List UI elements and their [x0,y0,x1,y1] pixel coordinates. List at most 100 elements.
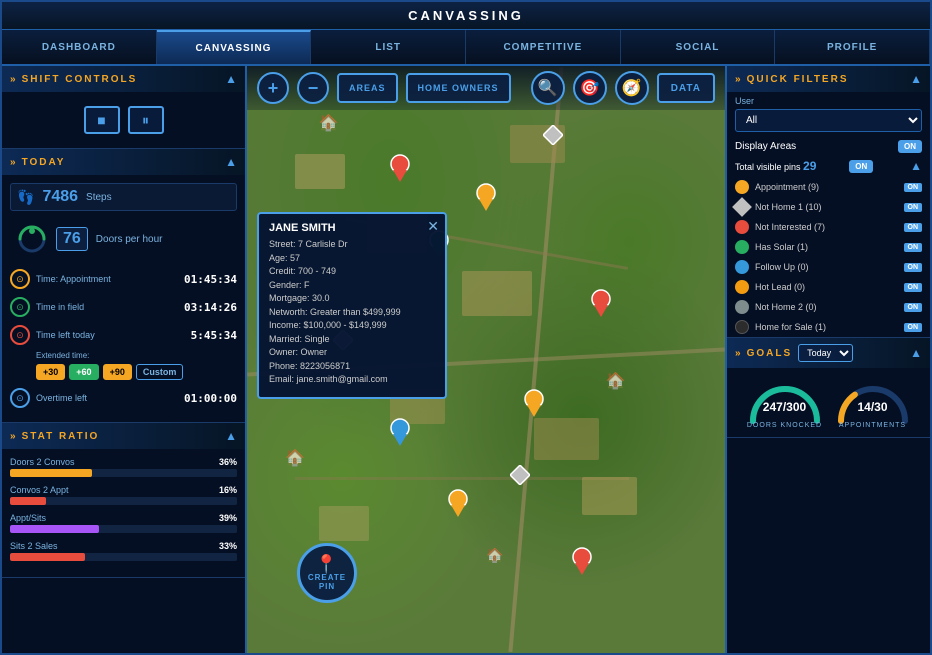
goals-header[interactable]: GOALS Today ▲ [727,338,930,368]
extend-custom-button[interactable]: Custom [136,364,184,380]
filter-has-solar-toggle[interactable]: ON [904,243,923,252]
extend-buttons-row: +30 +60 +90 Custom [36,364,237,380]
overtime-label: Overtime left [36,393,178,403]
extend-60-button[interactable]: +60 [69,364,98,380]
quick-filters-title: QUICK FILTERS [735,74,849,85]
shift-pause-button[interactable]: ⏸ [128,106,164,134]
compass-button[interactable]: 🧭 [615,71,649,105]
quick-filters-section: QUICK FILTERS ▲ User All Display Areas O… [727,66,930,338]
filter-hot-lead-dot [735,280,749,294]
nav-list[interactable]: LIST [311,30,466,64]
location-button[interactable]: 🎯 [573,71,607,105]
filter-home-for-sale: Home for Sale (1) ON [727,317,930,337]
pin-not-interested-2[interactable] [591,289,611,315]
popup-close-button[interactable]: ✕ [427,218,439,235]
filter-not-interested-label: Not Interested (7) [755,222,898,232]
popup-contact-name: JANE SMITH [269,222,435,234]
nav-dashboard[interactable]: DASHBOARD [2,30,157,64]
left-panel: SHIFT CONTROLS ▲ ■ ⏸ TODAY ▲ 👣 7486 [2,66,247,653]
stat-appt-sits-bar [10,525,99,533]
zoom-in-button[interactable]: + [257,72,289,104]
goals-title: GOALS [735,348,792,359]
display-areas-row: Display Areas ON [727,136,930,157]
nav-profile[interactable]: PROFILE [775,30,930,64]
stat-appt-sits-bar-bg [10,525,237,533]
today-title: TODAY [10,157,65,168]
steps-label: Steps [86,192,112,203]
stat-ratio-header[interactable]: STAT RATIO ▲ [2,423,245,449]
nav-social[interactable]: SOCIAL [621,30,776,64]
time-field-value: 03:14:26 [184,301,237,314]
total-pins-label: Total visible pins 29 [735,159,816,173]
quick-filters-header[interactable]: QUICK FILTERS ▲ [727,66,930,92]
shift-buttons-row: ■ ⏸ [10,100,237,140]
quick-filters-chevron: ▲ [910,72,922,86]
total-pins-count: 29 [803,159,816,173]
home-owners-button[interactable]: HOME OWNERS [406,73,511,103]
filter-follow-up-toggle[interactable]: ON [904,263,923,272]
today-chevron: ▲ [225,155,237,169]
map-house-icon-4: 🏠 [486,547,503,564]
filter-not-home-2-toggle[interactable]: ON [904,303,923,312]
app-title: CANVASSING [408,8,524,23]
filter-has-solar: Has Solar (1) ON [727,237,930,257]
filter-not-interested: Not Interested (7) ON [727,217,930,237]
shift-controls-header[interactable]: SHIFT CONTROLS ▲ [2,66,245,92]
filter-not-home-1: Not Home 1 (10) ON [727,197,930,217]
filter-not-home-2-label: Not Home 2 (0) [755,302,898,312]
pin-not-interested-1[interactable] [390,154,410,180]
doors-row: 76 Doors per hour [10,219,237,259]
extend-30-button[interactable]: +30 [36,364,65,380]
today-header[interactable]: TODAY ▲ [2,149,245,175]
filter-appointment-label: Appointment (9) [755,182,898,192]
goals-period-select[interactable]: Today [798,344,853,362]
filter-not-home-1-toggle[interactable]: ON [904,203,923,212]
stat-appt-sits-label: Appt/Sits [10,513,46,523]
time-appointment-label: Time: Appointment [36,274,178,284]
doors-knocked-label: DOORS KNOCKED [747,422,822,429]
filter-not-interested-dot [735,220,749,234]
create-pin-button[interactable]: 📍 CREATE PIN [297,543,357,603]
display-areas-toggle[interactable]: ON [898,140,922,153]
search-map-button[interactable]: 🔍 [531,71,565,105]
stat-doors-convos-bar-bg [10,469,237,477]
total-pins-toggle[interactable]: ON [849,160,873,173]
total-pins-chevron: ▲ [910,159,922,173]
filter-user-select[interactable]: All [735,109,922,132]
doors-gauge-icon [16,223,48,255]
appointments-label: APPOINTMENTS [839,422,906,429]
doors-count: 76 [56,227,88,251]
nav-competitive[interactable]: COMPETITIVE [466,30,621,64]
filter-appointment-toggle[interactable]: ON [904,183,923,192]
zoom-out-button[interactable]: − [297,72,329,104]
time-left-value: 5:45:34 [191,329,237,342]
total-pins-row: Total visible pins 29 ON ▲ [727,157,930,177]
goals-header-content: GOALS Today [735,344,853,362]
filter-home-for-sale-toggle[interactable]: ON [904,323,923,332]
pin-appointment-3[interactable] [448,489,468,515]
nav-bar: DASHBOARD CANVASSING LIST COMPETITIVE SO… [2,30,930,66]
map-controls-bar: + − AREAS HOME OWNERS 🔍 🎯 🧭 DATA [247,66,725,110]
stat-sits-sales-label: Sits 2 Sales [10,541,58,551]
shift-controls-section: SHIFT CONTROLS ▲ ■ ⏸ [2,66,245,149]
filter-not-interested-toggle[interactable]: ON [904,223,923,232]
filter-hot-lead-toggle[interactable]: ON [904,283,923,292]
time-left-icon: ⊙ [10,325,30,345]
shift-controls-title: SHIFT CONTROLS [10,74,137,85]
pin-not-home-3[interactable] [510,465,530,491]
nav-canvassing[interactable]: CANVASSING [157,30,312,64]
areas-button[interactable]: AREAS [337,73,398,103]
extended-label: Extended time: [36,351,237,360]
shift-stop-button[interactable]: ■ [84,106,120,134]
pin-appointment-1[interactable] [476,183,496,209]
extend-90-button[interactable]: +90 [103,364,132,380]
popup-street: Street: 7 Carlisle Dr [269,238,435,252]
pin-appointment-2[interactable] [524,389,544,415]
pin-follow-up-1[interactable] [390,418,410,444]
time-left-row: ⊙ Time left today 5:45:34 [10,323,237,347]
stat-sits-sales-pct: 33% [219,541,237,551]
filter-home-for-sale-dot [735,320,749,334]
pin-not-interested-3[interactable] [572,547,592,573]
data-button[interactable]: DATA [657,73,715,103]
pin-not-home-1[interactable] [543,125,563,151]
